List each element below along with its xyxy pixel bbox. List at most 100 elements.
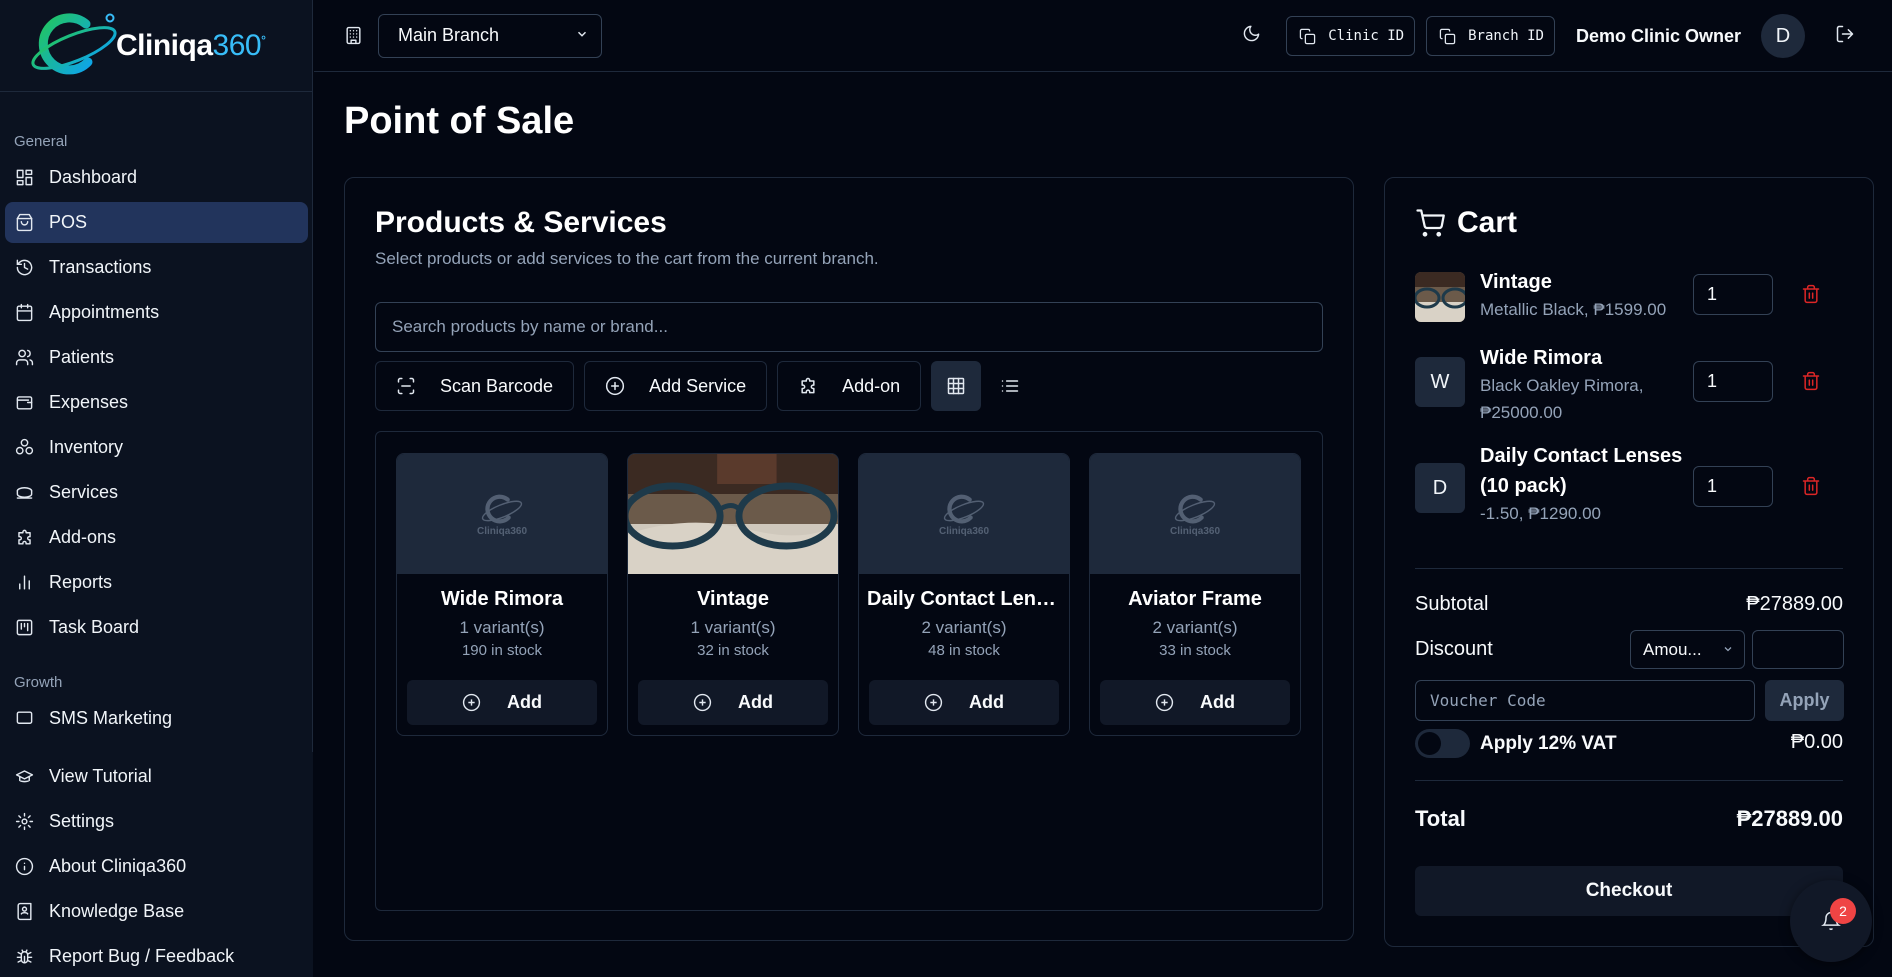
sidebar-item-reports[interactable]: Reports <box>5 562 308 603</box>
logo-mark-icon: Cliniqa360 <box>477 492 527 537</box>
product-stock: 190 in stock <box>461 642 543 659</box>
add-on-button[interactable]: Add-on <box>777 361 922 411</box>
cart-item: D Daily Contact Lenses (10 pack) -1.50, … <box>1415 443 1845 533</box>
product-search-input[interactable] <box>375 302 1323 352</box>
discount-type-value: Amou... <box>1643 639 1702 659</box>
product-stock: 48 in stock <box>928 642 1000 659</box>
sidebar-item-transactions[interactable]: Transactions <box>5 247 308 288</box>
sidebar-item-label: SMS Marketing <box>49 708 173 728</box>
branch-id-label: Branch ID <box>1468 28 1544 44</box>
avatar[interactable]: D <box>1761 14 1805 58</box>
sidebar-item-appointments[interactable]: Appointments <box>5 292 308 333</box>
sidebar-item-sms-marketing[interactable]: SMS Marketing <box>5 698 308 739</box>
cart-item-name: Vintage <box>1480 271 1552 293</box>
logo-mark-icon <box>26 8 122 84</box>
product-image-placeholder: Cliniqa360 <box>1090 454 1300 574</box>
toggle-knob <box>1418 732 1441 755</box>
sidebar-item-dashboard[interactable]: Dashboard <box>5 157 308 198</box>
top-bar: Main Branch Clinic ID Branch ID Demo Cli… <box>314 0 1892 72</box>
discount-amount-input[interactable] <box>1752 630 1844 669</box>
sidebar-item-view-tutorial[interactable]: View Tutorial <box>5 756 308 797</box>
copy-icon <box>1300 28 1316 44</box>
product-card[interactable]: Cliniqa360 Daily Contact Lenses (10 pack… <box>858 453 1070 736</box>
cart-title-label: Cart <box>1457 206 1518 239</box>
product-card[interactable]: Vintage 1 variant(s) 32 in stock Add <box>627 453 839 736</box>
sidebar-item-label: Appointments <box>49 302 160 322</box>
product-name: Daily Contact Lenses (10 pack) <box>867 588 1069 610</box>
copy-clinic-id-button[interactable]: Clinic ID <box>1286 16 1416 56</box>
cart-item: Vintage Metallic Black, ₱1599.00 <box>1415 270 1845 324</box>
product-card[interactable]: Cliniqa360 Wide Rimora 1 variant(s) 190 … <box>396 453 608 736</box>
sidebar-item-patients[interactable]: Patients <box>5 337 308 378</box>
shopping-bag-icon <box>14 213 34 233</box>
total-label: Total <box>1415 806 1466 831</box>
nav-section-growth: Growth <box>14 674 63 691</box>
cart-item-quantity[interactable] <box>1693 466 1773 507</box>
subtotal-value: ₱27889.00 <box>1746 593 1843 615</box>
remove-item-button[interactable] <box>1801 371 1823 393</box>
vat-toggle[interactable] <box>1415 729 1470 758</box>
grid-view-button[interactable] <box>931 361 982 411</box>
products-subtitle: Select products or add services to the c… <box>375 249 879 268</box>
remove-item-button[interactable] <box>1801 284 1823 306</box>
sidebar-item-label: Report Bug / Feedback <box>49 946 235 966</box>
product-name: Aviator Frame <box>1128 588 1262 610</box>
product-card[interactable]: Cliniqa360 Aviator Frame 2 variant(s) 33… <box>1089 453 1301 736</box>
logout-button[interactable] <box>1835 24 1859 48</box>
sidebar-item-label: Inventory <box>49 437 124 457</box>
add-to-cart-button[interactable]: Add <box>638 680 828 725</box>
add-to-cart-button[interactable]: Add <box>407 680 597 725</box>
sidebar-item-task-board[interactable]: Task Board <box>5 607 308 648</box>
sidebar-item-pos[interactable]: POS <box>5 202 308 243</box>
apply-voucher-button[interactable]: Apply <box>1765 680 1844 721</box>
list-view-button[interactable] <box>985 361 1035 411</box>
cart-item-quantity[interactable] <box>1693 274 1773 315</box>
products-toolbar: Scan Barcode Add Service Add-on <box>375 361 1039 411</box>
sidebar-item-about[interactable]: About Cliniqa360 <box>5 846 308 887</box>
brand-logo[interactable]: Cliniqa360° <box>0 0 313 92</box>
discount-label: Discount <box>1415 638 1493 660</box>
cart-panel: Cart Vintage Metallic Black, ₱1599.00 W … <box>1384 177 1874 947</box>
message-icon <box>14 709 34 729</box>
sidebar-item-settings[interactable]: Settings <box>5 801 308 842</box>
sidebar-item-label: Services <box>49 482 119 502</box>
bug-icon <box>14 947 34 967</box>
product-image-placeholder: Cliniqa360 <box>397 454 607 574</box>
add-label: Add <box>738 692 773 712</box>
add-to-cart-button[interactable]: Add <box>869 680 1059 725</box>
wallet-icon <box>14 393 34 413</box>
theme-toggle-button[interactable] <box>1231 16 1271 56</box>
sidebar-scroll-area[interactable]: Cliniqa360° General Dashboard POS Transa… <box>0 0 313 752</box>
cart-item-quantity[interactable] <box>1693 361 1773 402</box>
sidebar-item-knowledge-base[interactable]: Knowledge Base <box>5 891 308 932</box>
sidebar-item-label: Dashboard <box>49 167 138 187</box>
product-stock: 33 in stock <box>1159 642 1231 659</box>
sidebar-item-services[interactable]: Services <box>5 472 308 513</box>
divider <box>1415 568 1843 569</box>
plus-circle-icon <box>462 693 481 712</box>
discount-type-select[interactable]: Amou... <box>1630 630 1745 669</box>
sidebar-item-addons[interactable]: Add-ons <box>5 517 308 558</box>
scan-barcode-button[interactable]: Scan Barcode <box>375 361 575 411</box>
product-variants: 2 variant(s) <box>1152 618 1238 637</box>
add-service-button[interactable]: Add Service <box>584 361 768 411</box>
info-icon <box>14 857 34 877</box>
checkout-button[interactable]: Checkout <box>1415 866 1843 916</box>
voucher-code-input[interactable] <box>1415 680 1755 721</box>
brand-name: Cliniqa360° <box>116 28 266 62</box>
sidebar-item-expenses[interactable]: Expenses <box>5 382 308 423</box>
product-name: Wide Rimora <box>440 588 564 610</box>
copy-branch-id-button[interactable]: Branch ID <box>1426 16 1555 56</box>
notifications-button[interactable] <box>1790 880 1872 962</box>
sidebar-item-report-bug[interactable]: Report Bug / Feedback <box>5 936 308 977</box>
add-to-cart-button[interactable]: Add <box>1100 680 1290 725</box>
bar-chart-icon <box>14 573 34 593</box>
sidebar-item-inventory[interactable]: Inventory <box>5 427 308 468</box>
sidebar-item-label: View Tutorial <box>49 766 152 786</box>
list-icon <box>1001 380 1019 392</box>
moon-icon <box>1242 24 1261 48</box>
eyeglasses-photo <box>628 454 838 574</box>
plus-circle-icon <box>1155 693 1174 712</box>
remove-item-button[interactable] <box>1801 476 1823 498</box>
branch-select[interactable]: Main Branch <box>378 13 602 58</box>
